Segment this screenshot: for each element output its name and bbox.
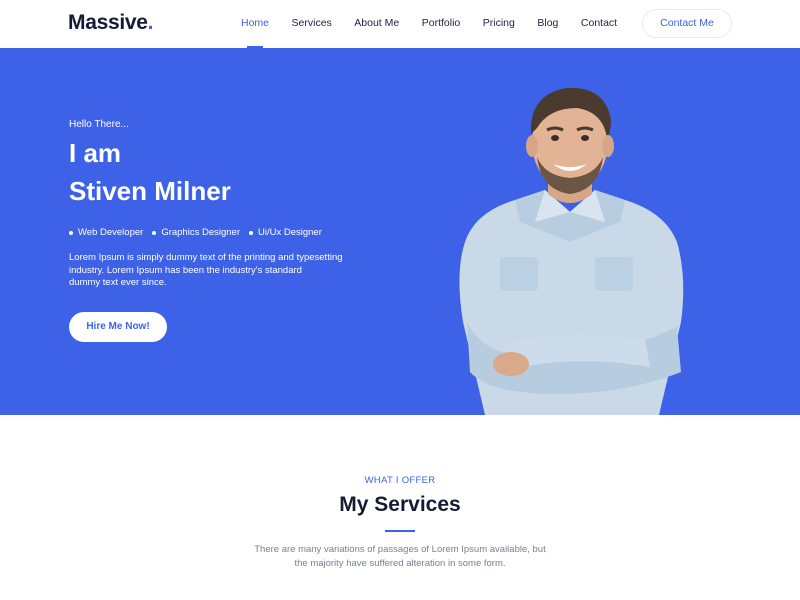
hero-section: Hello There... I am Stiven Milner Web De… xyxy=(0,48,800,415)
role-label: Graphics Designer xyxy=(161,227,240,238)
hero-title: I am Stiven Milner xyxy=(69,134,231,210)
nav-contact[interactable]: Contact xyxy=(581,0,617,48)
services-title: My Services xyxy=(339,493,461,516)
logo-text: Massive xyxy=(68,11,148,34)
role-item: Ui/Ux Designer xyxy=(248,227,322,238)
nav-about-me[interactable]: About Me xyxy=(354,0,399,48)
main-nav: Home Services About Me Portfolio Pricing… xyxy=(241,0,640,48)
hero-description-line: Lorem Ipsum is simply dummy text of the … xyxy=(69,252,343,263)
nav-blog[interactable]: Blog xyxy=(537,0,558,48)
nav-services[interactable]: Services xyxy=(292,0,332,48)
nav-home[interactable]: Home xyxy=(241,0,269,48)
contact-me-button[interactable]: Contact Me xyxy=(642,9,732,38)
services-description-line: There are many variations of passages of… xyxy=(254,544,546,555)
hero-title-line-2: Stiven Milner xyxy=(69,176,231,206)
hero-roles: Web Developer Graphics Designer Ui/Ux De… xyxy=(69,227,331,238)
role-item: Web Developer xyxy=(69,227,143,238)
title-underline xyxy=(385,530,415,532)
services-eyebrow: WHAT I OFFER xyxy=(364,475,436,486)
bullet-icon xyxy=(152,230,157,235)
hero-description-line: industry. Lorem Ipsum has been the indus… xyxy=(69,264,302,276)
hero-description-line: dummy text ever since. xyxy=(69,277,167,288)
hire-me-button[interactable]: Hire Me Now! xyxy=(69,312,167,342)
role-label: Web Developer xyxy=(78,227,144,238)
hero-greeting: Hello There... xyxy=(69,119,129,130)
services-description: There are many variations of passages of… xyxy=(0,543,800,571)
bullet-icon xyxy=(248,230,253,235)
profile-photo xyxy=(459,87,684,415)
nav-pricing[interactable]: Pricing xyxy=(483,0,515,48)
services-description-line: the majority have suffered alteration in… xyxy=(294,558,506,569)
role-label: Ui/Ux Designer xyxy=(257,227,322,238)
role-item: Graphics Designer xyxy=(152,227,240,238)
hero-title-line-1: I am xyxy=(69,138,122,168)
site-logo[interactable]: Massive. xyxy=(68,11,153,35)
bullet-icon xyxy=(69,230,73,235)
logo-dot: . xyxy=(147,11,154,34)
site-header: Massive. Home Services About Me Portfoli… xyxy=(0,0,800,48)
nav-portfolio[interactable]: Portfolio xyxy=(422,0,461,48)
hero-description: Lorem Ipsum is simply dummy text of the … xyxy=(69,252,369,290)
